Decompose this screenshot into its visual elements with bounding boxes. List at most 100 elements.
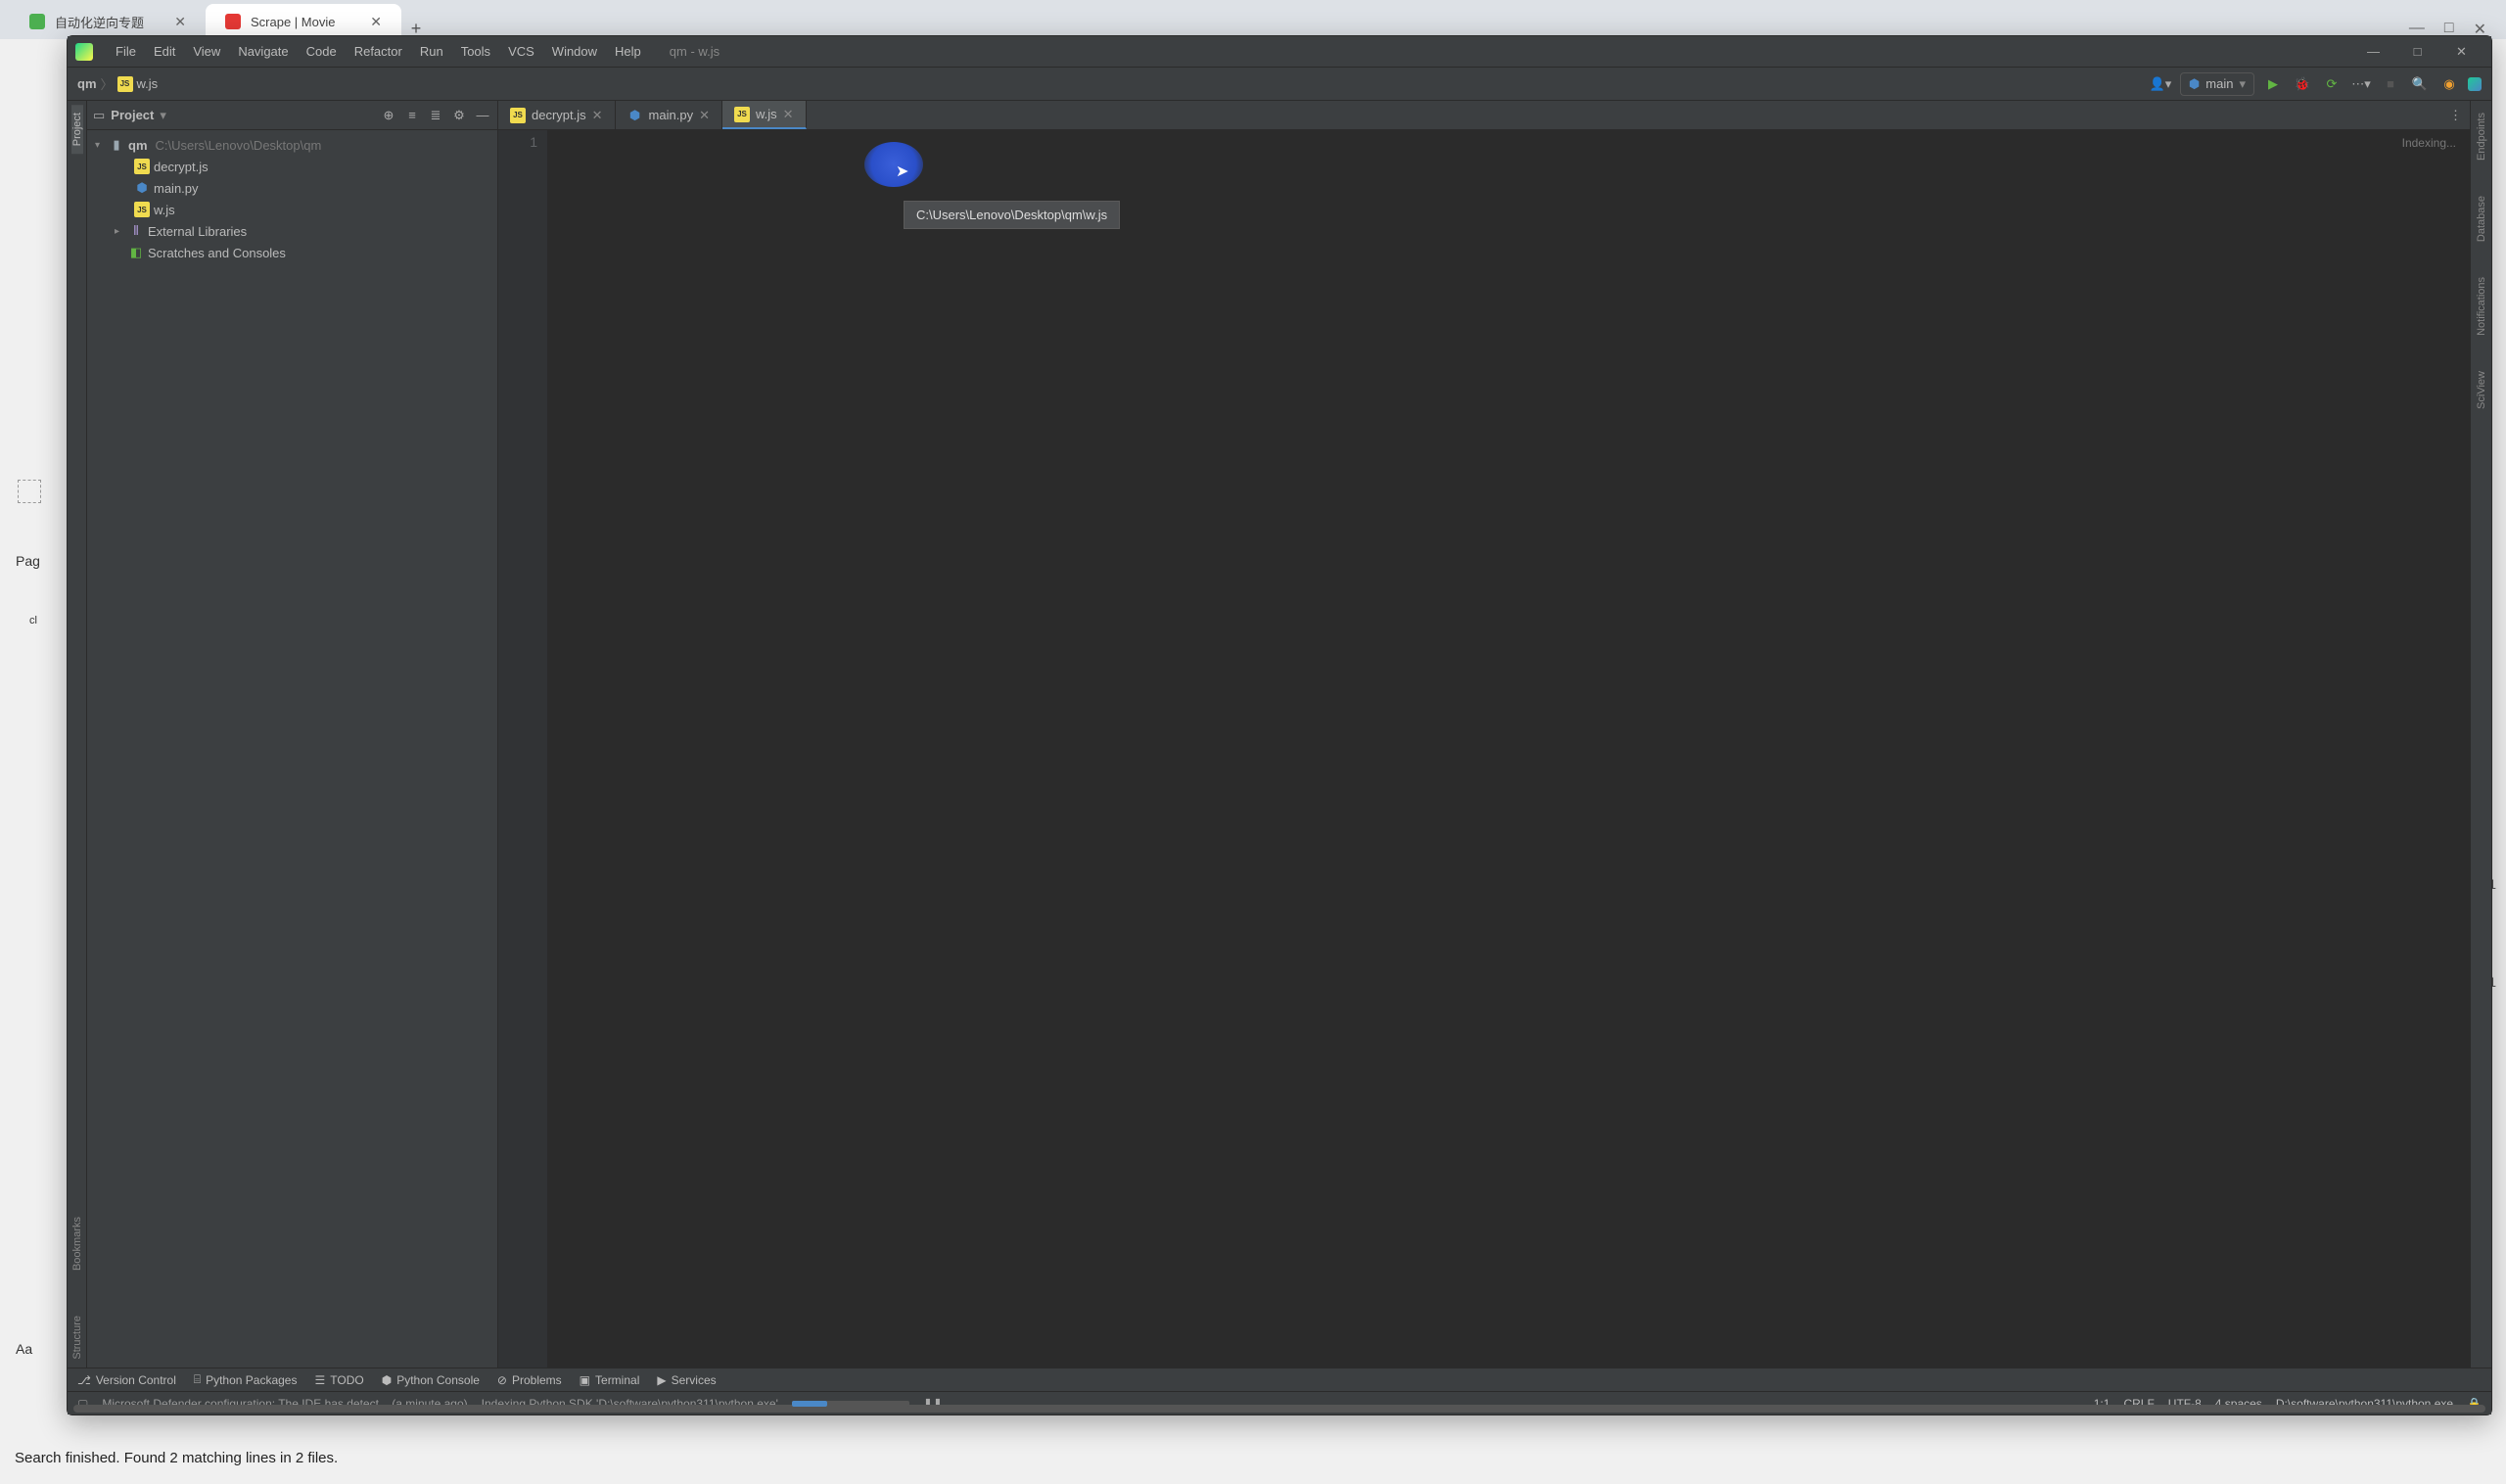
progress-fill — [792, 1401, 827, 1407]
tree-external-libraries[interactable]: ▸ ⫴ External Libraries — [87, 220, 497, 242]
close-icon[interactable]: ✕ — [370, 14, 382, 30]
tool-terminal[interactable]: ▣Terminal — [580, 1373, 640, 1387]
search-result-status: Search finished. Found 2 matching lines … — [15, 1450, 338, 1466]
menu-view[interactable]: View — [184, 44, 229, 59]
menu-navigate[interactable]: Navigate — [229, 44, 297, 59]
editor-body[interactable]: 1 Indexing... — [498, 130, 2470, 1368]
settings-gear-icon[interactable]: ⚙ — [450, 107, 468, 124]
left-tab-structure[interactable]: Structure — [71, 1308, 83, 1368]
left-tab-project[interactable]: Project — [71, 105, 83, 154]
editor-tab-decrypt[interactable]: JS decrypt.js ✕ — [498, 101, 616, 129]
menu-tools[interactable]: Tools — [452, 44, 499, 59]
tree-root-qm[interactable]: ▾ ▮ qm C:\Users\Lenovo\Desktop\qm — [87, 134, 497, 156]
js-file-icon: JS — [117, 76, 133, 92]
menu-file[interactable]: File — [107, 44, 145, 59]
line-number-1: 1 — [498, 134, 537, 150]
close-icon[interactable]: ✕ — [174, 14, 186, 30]
tool-problems[interactable]: ⊘Problems — [497, 1373, 562, 1387]
menu-window[interactable]: Window — [543, 44, 606, 59]
breadcrumb[interactable]: qm 〉 JS w.js — [77, 74, 2149, 93]
menu-edit[interactable]: Edit — [145, 44, 184, 59]
right-tab-notifications[interactable]: Notifications — [2476, 269, 2487, 344]
menu-code[interactable]: Code — [298, 44, 346, 59]
js-file-icon: JS — [134, 202, 150, 217]
problems-icon: ⊘ — [497, 1373, 507, 1387]
close-tab-icon[interactable]: ✕ — [592, 108, 603, 123]
ide-titlebar: File Edit View Navigate Code Refactor Ru… — [68, 36, 2491, 68]
python-file-icon: ⬢ — [134, 180, 150, 196]
tool-todo[interactable]: ☰TODO — [314, 1373, 363, 1387]
right-tool-gutter: Endpoints Database Notifications SciView — [2470, 101, 2491, 1368]
left-tab-bookmarks[interactable]: Bookmarks — [71, 1209, 83, 1278]
expand-all-icon[interactable]: ≡ — [403, 107, 421, 124]
bottom-tool-bar: ⎇Version Control ⌸Python Packages ☰TODO … — [68, 1368, 2491, 1391]
tab-tooltip: C:\Users\Lenovo\Desktop\qm\w.js — [904, 201, 1120, 229]
tool-python-packages[interactable]: ⌸Python Packages — [194, 1372, 298, 1387]
editor-tab-main[interactable]: ⬢ main.py ✕ — [616, 101, 722, 129]
run-configuration-selector[interactable]: ⬢ main ▾ — [2180, 72, 2254, 96]
menu-refactor[interactable]: Refactor — [346, 44, 411, 59]
search-everywhere-icon[interactable]: 🔍 — [2409, 73, 2431, 95]
hide-panel-icon[interactable]: — — [474, 107, 491, 124]
select-opened-file-icon[interactable]: ⊕ — [380, 107, 397, 124]
tree-file-decrypt[interactable]: JS decrypt.js — [87, 156, 497, 177]
tab-list-icon[interactable]: ⋮ — [2449, 108, 2462, 123]
menu-run[interactable]: Run — [411, 44, 452, 59]
project-title[interactable]: Project — [111, 108, 154, 122]
menu-help[interactable]: Help — [606, 44, 650, 59]
debug-button[interactable]: 🐞 — [2292, 73, 2313, 95]
bg-tool-icon[interactable] — [18, 480, 41, 503]
tool-python-console[interactable]: ⬢Python Console — [382, 1373, 480, 1387]
line-gutter: 1 — [498, 130, 547, 1368]
close-tab-icon[interactable]: ✕ — [699, 108, 710, 123]
ide-window: File Edit View Navigate Code Refactor Ru… — [67, 35, 2492, 1415]
js-file-icon: JS — [510, 108, 526, 123]
browser-tab-2[interactable]: Scrape | Movie ✕ — [206, 4, 401, 39]
python-icon: ⬢ — [2189, 76, 2200, 92]
ide-maximize-icon[interactable]: □ — [2395, 36, 2439, 68]
folder-icon: ▮ — [109, 137, 124, 153]
editor-tab-wjs[interactable]: JS w.js ✕ — [722, 101, 807, 129]
browser-tabstrip: 自动化逆向专题 ✕ Scrape | Movie ✕ + — □ ✕ — [0, 0, 2506, 39]
ide-main: Project Bookmarks Structure ▭ Project ▾ … — [68, 101, 2491, 1368]
browser-tab-1[interactable]: 自动化逆向专题 ✕ — [10, 4, 206, 39]
code-with-me-icon[interactable] — [2468, 77, 2482, 91]
right-tab-endpoints[interactable]: Endpoints — [2476, 105, 2487, 168]
collapse-all-icon[interactable]: ≣ — [427, 107, 444, 124]
project-tree[interactable]: ▾ ▮ qm C:\Users\Lenovo\Desktop\qm JS dec… — [87, 130, 497, 1368]
chevron-down-icon[interactable]: ▾ — [95, 140, 105, 151]
tool-services[interactable]: ▶Services — [657, 1373, 716, 1387]
terminal-icon: ▣ — [580, 1373, 590, 1387]
editor-area: JS decrypt.js ✕ ⬢ main.py ✕ JS w.js ✕ ⋮ — [498, 101, 2470, 1368]
window-title: qm - w.js — [650, 44, 2351, 59]
js-file-icon: JS — [734, 107, 750, 122]
stop-button: ■ — [2380, 73, 2401, 95]
ide-updates-icon[interactable]: ◉ — [2438, 73, 2460, 95]
horizontal-scrollbar[interactable] — [73, 1405, 2485, 1413]
right-tab-sciview[interactable]: SciView — [2476, 363, 2487, 417]
packages-icon: ⌸ — [194, 1372, 201, 1387]
account-icon[interactable]: 👤▾ — [2149, 72, 2172, 96]
ide-close-icon[interactable]: ✕ — [2439, 36, 2483, 68]
tool-version-control[interactable]: ⎇Version Control — [77, 1373, 176, 1387]
run-with-coverage-button[interactable]: ⟳ — [2321, 73, 2343, 95]
ide-minimize-icon[interactable]: — — [2351, 36, 2395, 68]
chevron-down-icon: ▾ — [2239, 76, 2246, 92]
tree-file-wjs[interactable]: JS w.js — [87, 199, 497, 220]
scratches-icon: ◧ — [128, 245, 144, 260]
project-tool-window: ▭ Project ▾ ⊕ ≡ ≣ ⚙ — ▾ ▮ qm C:\Users\Le… — [87, 101, 498, 1368]
run-button[interactable]: ▶ — [2262, 73, 2284, 95]
bg-aa-label: Aa — [16, 1341, 32, 1357]
code-area[interactable]: Indexing... — [547, 130, 2470, 1368]
favicon-1 — [29, 14, 45, 29]
right-tab-database[interactable]: Database — [2476, 188, 2487, 250]
more-run-icon[interactable]: ⋯▾ — [2350, 73, 2372, 95]
menu-vcs[interactable]: VCS — [499, 44, 543, 59]
close-tab-icon[interactable]: ✕ — [783, 107, 794, 122]
chevron-down-icon[interactable]: ▾ — [160, 108, 166, 123]
indexing-hint: Indexing... — [2402, 136, 2456, 150]
chevron-right-icon[interactable]: ▸ — [115, 226, 124, 237]
tree-file-main[interactable]: ⬢ main.py — [87, 177, 497, 199]
cursor-icon: ➤ — [896, 162, 908, 181]
tree-scratches[interactable]: ◧ Scratches and Consoles — [87, 242, 497, 263]
